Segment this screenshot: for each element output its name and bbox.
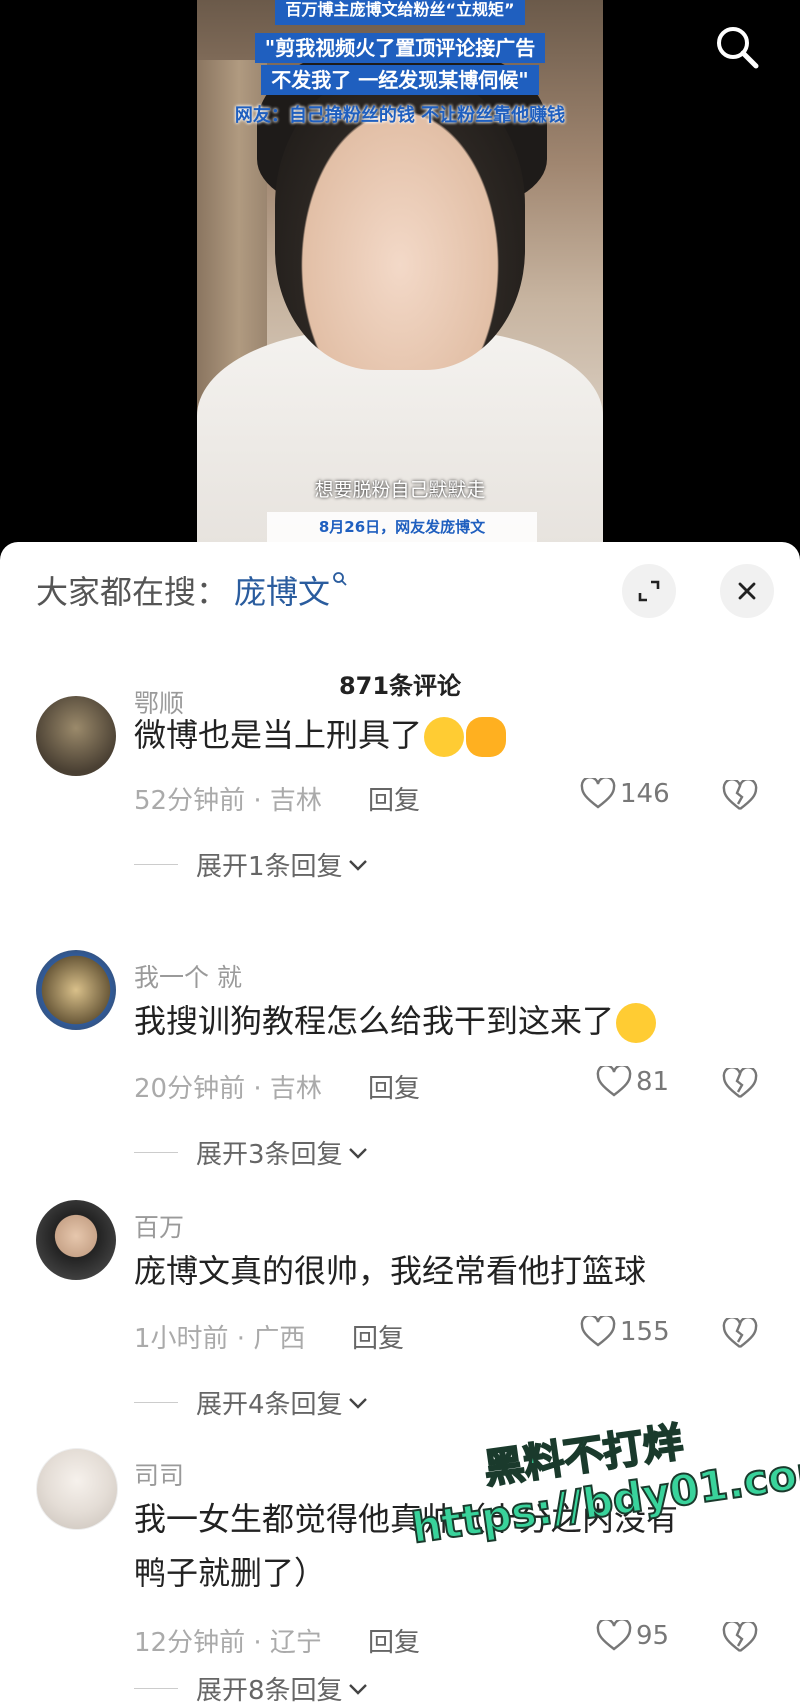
chevron-down-icon — [348, 859, 367, 871]
comment-text: 庞博文真的很帅，我经常看他打篮球 — [134, 1244, 754, 1298]
expand-replies-button[interactable]: 展开4条回复 — [134, 1384, 369, 1421]
comment-text-content: 微博也是当上刑具了 — [134, 716, 423, 754]
comment-text-line-1: 我一女生都觉得他真帅（十分之内没有 — [134, 1500, 679, 1538]
chevron-down-icon — [348, 1147, 367, 1159]
trending-search-label: 大家都在搜： — [36, 573, 229, 611]
video-player[interactable]: 百万博主庞博文给粉丝“立规矩” "剪我视频火了置顶评论接广告 不发我了 一经发现… — [0, 0, 800, 560]
divider-line — [134, 864, 178, 865]
ok-hand-emoji — [466, 717, 507, 757]
comment-text: 微博也是当上刑具了 — [134, 708, 754, 762]
small-search-icon — [332, 571, 348, 592]
comment-username[interactable]: 我一个 就 — [134, 958, 242, 994]
dislike-button[interactable] — [722, 778, 758, 816]
expand-replies-label: 展开8条回复 — [196, 1676, 343, 1703]
video-subtitle: 想要脱粉自己默默走 — [314, 479, 486, 501]
heart-icon — [596, 1620, 632, 1651]
comment-item: 司司 我一女生都觉得他真帅（十分之内没有 鸭子就删了） 12分钟前 · 辽宁 回… — [0, 1448, 800, 1703]
avatar[interactable] — [36, 950, 116, 1030]
avatar[interactable] — [36, 1200, 116, 1280]
dislike-button[interactable] — [722, 1066, 758, 1104]
dislike-button[interactable] — [722, 1316, 758, 1354]
divider-line — [134, 1402, 178, 1403]
broken-heart-icon — [722, 1620, 758, 1652]
comment-text-line-2: 鸭子就删了） — [134, 1554, 327, 1592]
close-icon — [738, 582, 756, 600]
like-count: 95 — [636, 1621, 670, 1651]
expand-replies-label: 展开4条回复 — [196, 1390, 343, 1420]
expand-replies-label: 展开3条回复 — [196, 1140, 343, 1170]
video-frame[interactable]: 百万博主庞博文给粉丝“立规矩” "剪我视频火了置顶评论接广告 不发我了 一经发现… — [197, 0, 603, 545]
comment-item: 百万 庞博文真的很帅，我经常看他打篮球 1小时前 · 广西 回复 155 展开4… — [0, 1200, 800, 1440]
comment-time-location: 12分钟前 · 辽宁 — [134, 1628, 322, 1658]
reply-button[interactable]: 回复 — [352, 1318, 404, 1355]
dislike-button[interactable] — [722, 1620, 758, 1658]
close-button[interactable] — [720, 564, 774, 618]
video-subtitle-2: 8月26日，网友发庞博文 — [267, 512, 537, 542]
comment-time-location: 20分钟前 · 吉林 — [134, 1074, 322, 1104]
trending-search-term[interactable]: 庞博文 — [234, 567, 330, 613]
comment-item: 鄂顺 微博也是当上刑具了 52分钟前 · 吉林 回复 146 展开1条回复 — [0, 689, 800, 952]
sweat-smile-emoji — [616, 1003, 657, 1043]
comment-count: 871条评论 — [338, 672, 462, 700]
comment-text: 我搜训狗教程怎么给我干到这来了 — [134, 994, 754, 1048]
headline-line-1: "剪我视频火了置顶评论接广告 — [254, 33, 546, 63]
divider-line — [134, 1152, 178, 1153]
expand-replies-button[interactable]: 展开1条回复 — [134, 846, 369, 883]
heart-icon — [596, 1066, 632, 1097]
comment-username[interactable]: 百万 — [134, 1208, 184, 1244]
comment-time-location: 52分钟前 · 吉林 — [134, 786, 322, 816]
broken-heart-icon — [722, 778, 758, 810]
comment-text-content: 庞博文真的很帅，我经常看他打篮球 — [134, 1252, 647, 1290]
video-headline: 百万博主庞博文给粉丝“立规矩” "剪我视频火了置顶评论接广告 不发我了 一经发现… — [197, 0, 603, 127]
heart-icon — [580, 778, 616, 809]
divider-line — [134, 1688, 178, 1689]
comment-text: 我一女生都觉得他真帅（十分之内没有 鸭子就删了） — [134, 1492, 754, 1600]
comment-text-content: 我搜训狗教程怎么给我干到这来了 — [134, 1002, 615, 1040]
like-button[interactable]: 95 — [596, 1620, 669, 1652]
avatar[interactable] — [36, 1448, 118, 1530]
like-count: 81 — [636, 1067, 670, 1097]
reply-button[interactable]: 回复 — [368, 780, 420, 817]
search-icon — [717, 27, 759, 69]
avatar[interactable] — [36, 696, 116, 776]
comments-sheet: 大家都在搜： 庞博文 871条评论 鄂顺 微博也是当上刑具了 52分钟前 · 吉… — [0, 542, 800, 1703]
headline-line-3: 网友：自己挣粉丝的钱 不让粉丝靠他赚钱 — [234, 105, 566, 126]
heart-icon — [580, 1316, 616, 1347]
headline-line-2: 不发我了 一经发现某博伺候" — [261, 65, 539, 95]
comment-username[interactable]: 司司 — [134, 1456, 184, 1492]
like-button[interactable]: 81 — [596, 1066, 669, 1098]
search-button[interactable] — [712, 22, 762, 72]
broken-heart-icon — [722, 1316, 758, 1348]
headline-top: 百万博主庞博文给粉丝“立规矩” — [275, 0, 525, 25]
like-count: 155 — [620, 1317, 670, 1347]
comment-item: 我一个 就 我搜训狗教程怎么给我干到这来了 20分钟前 · 吉林 回复 81 展… — [0, 950, 800, 1190]
reply-button[interactable]: 回复 — [368, 1622, 420, 1659]
broken-heart-icon — [722, 1066, 758, 1098]
expand-icon — [638, 580, 660, 602]
reply-button[interactable]: 回复 — [368, 1068, 420, 1105]
rofl-emoji — [424, 717, 465, 757]
expand-replies-label: 展开1条回复 — [196, 852, 343, 882]
like-button[interactable]: 155 — [580, 1316, 670, 1348]
like-button[interactable]: 146 — [580, 778, 670, 810]
expand-replies-button[interactable]: 展开3条回复 — [134, 1134, 369, 1171]
comment-time-location: 1小时前 · 广西 — [134, 1324, 306, 1354]
trending-search[interactable]: 大家都在搜： 庞博文 — [36, 567, 348, 613]
expand-fullscreen-button[interactable] — [622, 564, 676, 618]
chevron-down-icon — [348, 1683, 367, 1695]
expand-replies-button[interactable]: 展开8条回复 — [134, 1670, 369, 1703]
like-count: 146 — [620, 779, 670, 809]
chevron-down-icon — [348, 1397, 367, 1409]
